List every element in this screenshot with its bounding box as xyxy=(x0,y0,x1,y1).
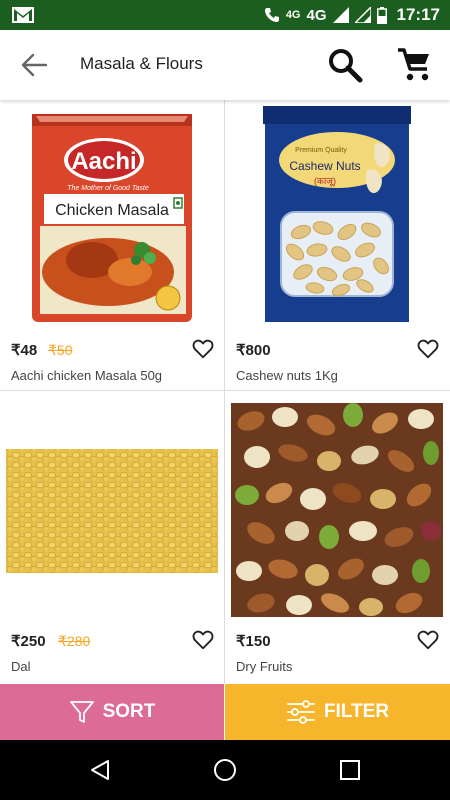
nav-back-icon[interactable] xyxy=(88,758,112,782)
product-card[interactable]: Aachi The Mother of Good Taste Chicken M… xyxy=(0,100,224,390)
product-name[interactable]: Aachi chicken Masala 50g xyxy=(11,368,162,383)
package-brand: Aachi xyxy=(71,148,136,175)
product-name[interactable]: Dry Fruits xyxy=(236,659,292,674)
product-image[interactable]: Aachi The Mother of Good Taste Chicken M… xyxy=(0,100,224,332)
sort-label: SORT xyxy=(102,701,156,722)
product-mrp: ₹280 xyxy=(58,633,91,649)
product-price: ₹250 xyxy=(11,633,46,650)
filter-funnel-icon xyxy=(69,701,94,723)
package-small-text: Premium Quality xyxy=(295,147,347,154)
nav-home-icon[interactable] xyxy=(213,758,237,782)
package-tagline: The Mother of Good Taste xyxy=(67,185,149,192)
network-type: 4G xyxy=(306,6,327,24)
filter-button[interactable]: FILTER xyxy=(225,684,450,740)
product-card[interactable]: ₹250 ₹280 Dal xyxy=(0,391,224,681)
product-image[interactable] xyxy=(0,391,224,623)
package-subtitle: (काजू) xyxy=(314,176,336,187)
heart-icon[interactable] xyxy=(192,338,214,360)
product-name[interactable]: Cashew nuts 1Kg xyxy=(236,368,338,383)
sort-button[interactable]: SORT xyxy=(0,684,224,740)
system-nav-bar xyxy=(0,740,450,800)
back-arrow-icon[interactable] xyxy=(20,52,48,78)
product-price: ₹150 xyxy=(236,633,271,650)
search-icon[interactable] xyxy=(327,47,363,83)
app-bar: Masala & Flours xyxy=(0,30,450,100)
product-price: ₹800 xyxy=(236,342,271,359)
page-title: Masala & Flours xyxy=(80,54,203,73)
product-mrp: ₹50 xyxy=(48,342,73,358)
package-title: Cashew Nuts xyxy=(289,159,360,173)
heart-icon[interactable] xyxy=(417,338,439,360)
status-bar: 4G 4G 17:17 xyxy=(0,0,450,30)
product-card[interactable]: ₹150 Dry Fruits xyxy=(225,391,449,681)
heart-icon[interactable] xyxy=(192,629,214,651)
product-grid: Aachi The Mother of Good Taste Chicken M… xyxy=(0,100,450,684)
network-type-small: 4G xyxy=(285,9,301,21)
signal-icon xyxy=(354,7,371,23)
signal-icon xyxy=(332,7,349,23)
product-name[interactable]: Dal xyxy=(11,659,31,674)
clock: 17:17 xyxy=(396,5,440,24)
heart-icon[interactable] xyxy=(417,629,439,651)
product-price: ₹48 xyxy=(11,342,38,359)
package-title: Chicken Masala xyxy=(55,202,169,219)
sliders-icon xyxy=(287,700,315,724)
filter-label: FILTER xyxy=(323,701,390,722)
gmail-icon xyxy=(12,7,34,23)
nav-recents-icon[interactable] xyxy=(338,758,362,782)
product-image[interactable]: Premium Quality Cashew Nuts (काजू) xyxy=(225,100,449,332)
product-image[interactable] xyxy=(225,391,449,623)
battery-icon xyxy=(376,6,387,24)
cart-icon[interactable] xyxy=(396,47,432,83)
call-icon xyxy=(264,8,279,22)
product-card[interactable]: Premium Quality Cashew Nuts (काजू) ₹800 … xyxy=(225,100,449,390)
